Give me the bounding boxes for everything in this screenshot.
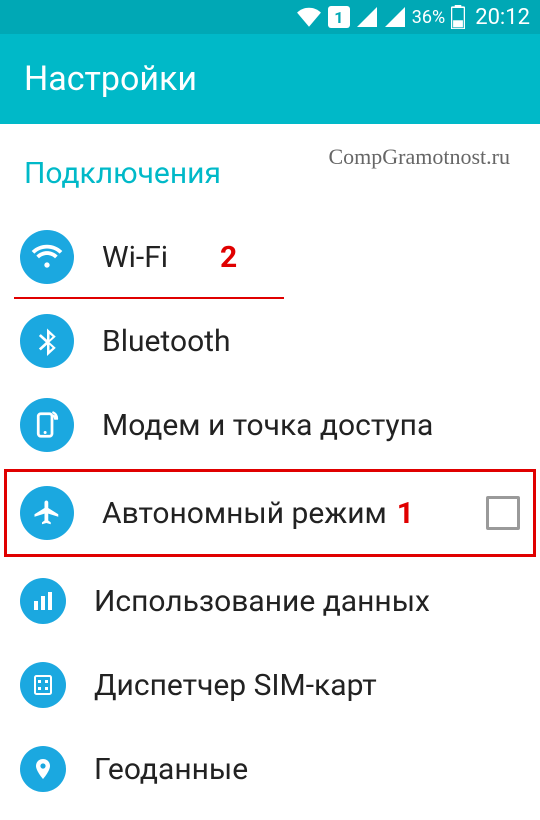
airplane-icon	[20, 486, 74, 540]
wifi-status-icon	[296, 7, 322, 27]
bluetooth-icon	[20, 314, 74, 368]
watermark: CompGramotnost.ru	[329, 144, 511, 170]
signal-icon-2	[384, 7, 406, 27]
bluetooth-label: Bluetooth	[102, 324, 520, 359]
battery-icon	[451, 5, 465, 29]
annotation-1: 1	[397, 496, 414, 531]
datausage-label: Использование данных	[94, 584, 520, 619]
airplane-label: Автономный режим	[102, 496, 387, 531]
datausage-icon	[20, 578, 66, 624]
wifi-label: Wi-Fi	[102, 240, 520, 275]
app-bar: Настройки	[0, 34, 540, 124]
airplane-checkbox[interactable]	[486, 496, 520, 530]
signal-icon-1	[356, 7, 378, 27]
clock: 20:12	[475, 5, 530, 30]
location-label: Геоданные	[94, 752, 520, 787]
sim-icon	[20, 662, 66, 708]
sim-label: Диспетчер SIM-карт	[94, 668, 520, 703]
location-icon	[20, 746, 66, 792]
row-datausage[interactable]: Использование данных	[0, 559, 540, 643]
content: CompGramotnost.ru Подключения Wi-Fi 2 Bl…	[0, 124, 540, 811]
sim-indicator: 1	[328, 6, 350, 28]
row-wifi[interactable]: Wi-Fi 2	[0, 215, 540, 299]
battery-percent: 36%	[412, 7, 445, 28]
row-sim[interactable]: Диспетчер SIM-карт	[0, 643, 540, 727]
row-location[interactable]: Геоданные	[0, 727, 540, 811]
page-title: Настройки	[24, 59, 197, 99]
annotation-2: 2	[220, 240, 237, 275]
row-airplane[interactable]: Автономный режим 1	[0, 471, 540, 555]
tethering-label: Модем и точка доступа	[102, 408, 520, 443]
status-bar: 1 36% 20:12	[0, 0, 540, 34]
row-bluetooth[interactable]: Bluetooth	[0, 299, 540, 383]
wifi-icon	[20, 230, 74, 284]
tethering-icon	[20, 398, 74, 452]
row-tethering[interactable]: Модем и точка доступа	[0, 383, 540, 467]
